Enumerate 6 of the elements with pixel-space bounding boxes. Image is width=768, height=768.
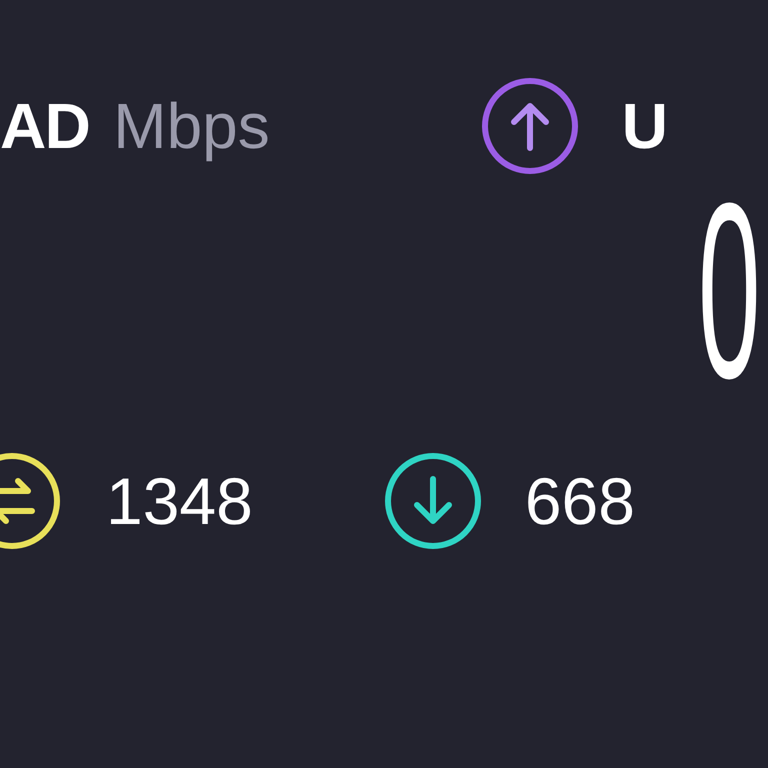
stat-value: 668 xyxy=(524,468,635,534)
upload-value: 0 xyxy=(698,166,761,432)
upload-label: U xyxy=(622,94,668,158)
download-label: AD xyxy=(0,94,90,158)
two-arrows-icon xyxy=(0,451,62,551)
stat-value: 1348 xyxy=(106,468,253,534)
